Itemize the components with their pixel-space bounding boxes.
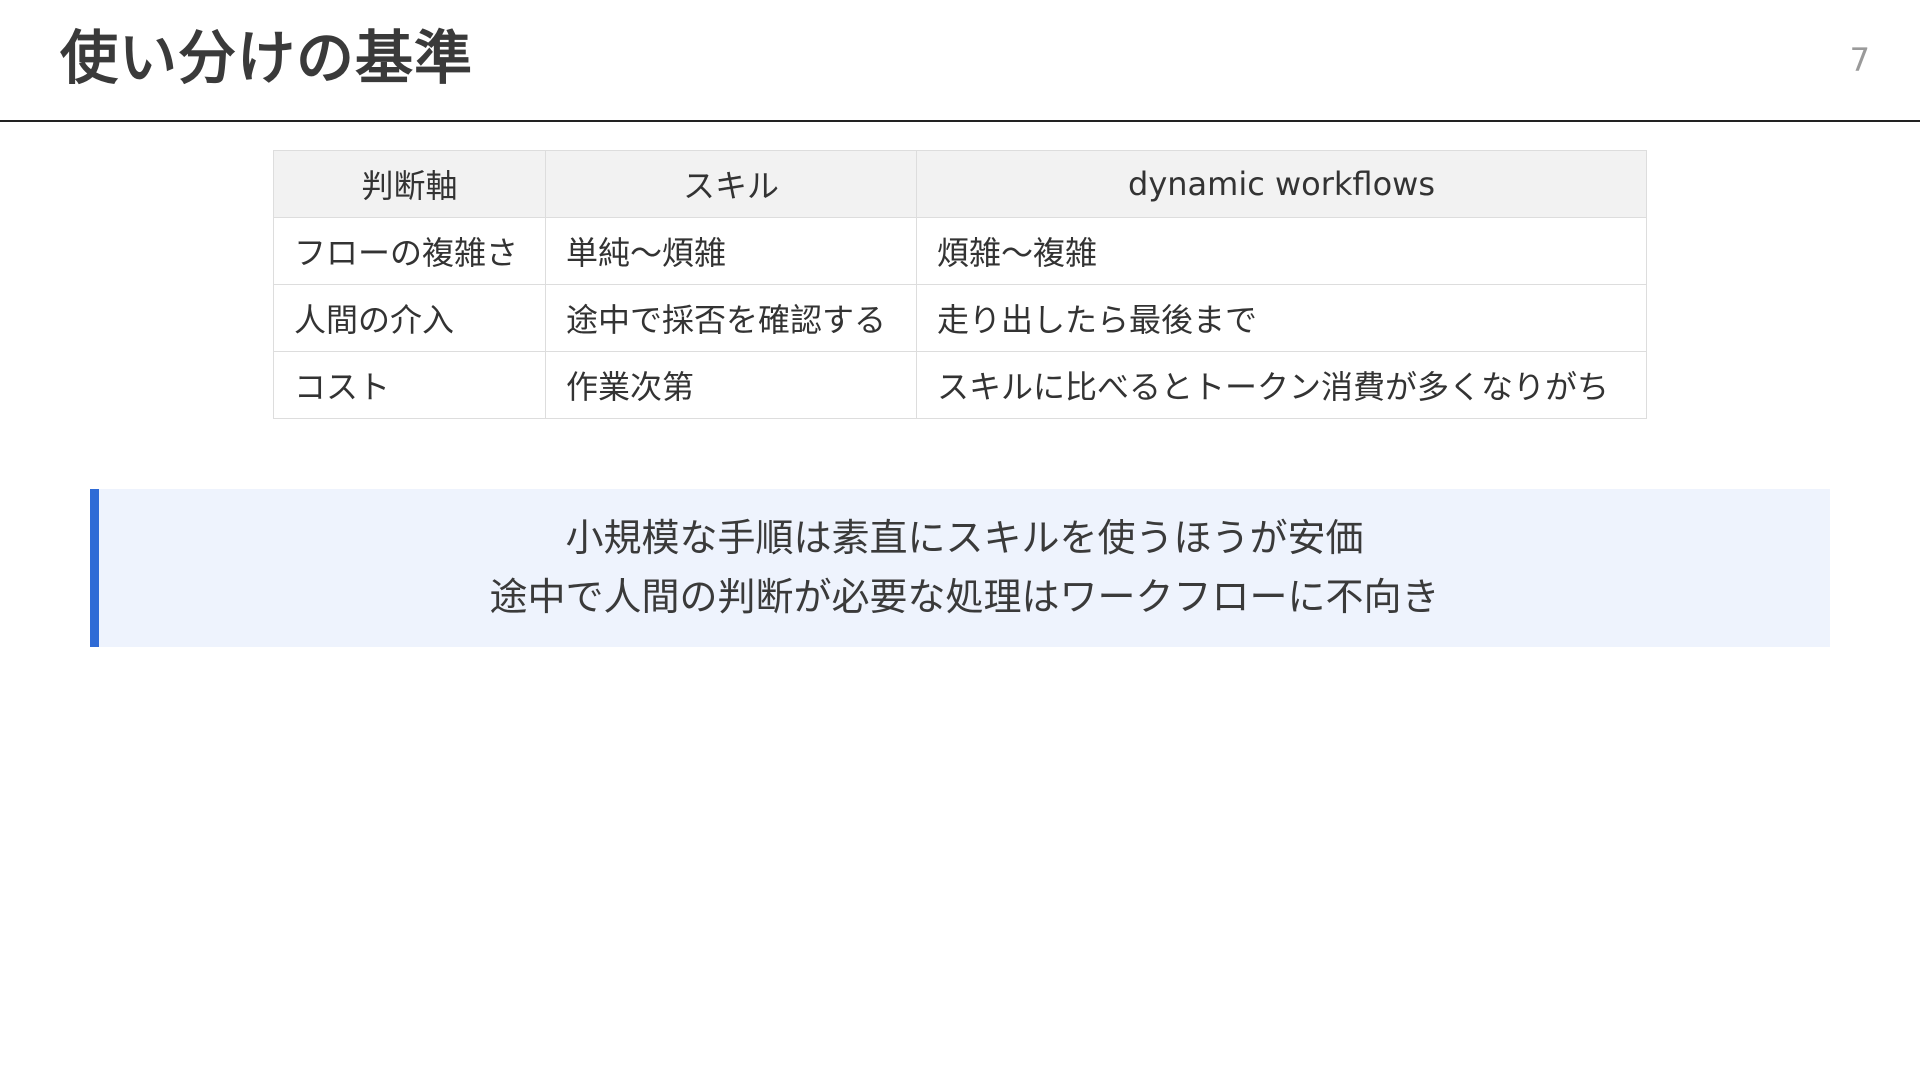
table-cell: フローの複雑さ [273,217,546,285]
table-cell: 煩雑〜複雑 [916,217,1647,285]
table-cell: 走り出したら最後まで [916,284,1647,352]
table-row: 人間の介入 途中で採否を確認する 走り出したら最後まで [273,284,1647,352]
table-cell: 作業次第 [545,351,917,419]
table-cell: 人間の介入 [273,284,546,352]
summary-callout: 小規模な手順は素直にスキルを使うほうが安価 途中で人間の判断が必要な処理はワーク… [90,489,1830,647]
slide: 使い分けの基準 7 判断軸 スキル dynamic workflows フローの… [0,0,1920,1080]
table-row: コスト 作業次第 スキルに比べるとトークン消費が多くなりがち [273,351,1647,419]
slide-title: 使い分けの基準 [60,24,474,92]
header-skill: スキル [545,150,917,218]
table-cell: 単純〜煩雑 [545,217,917,285]
table-header-row: 判断軸 スキル dynamic workflows [273,150,1647,218]
page-number: 7 [1849,41,1870,79]
header-dynamic-workflows: dynamic workflows [916,150,1647,218]
callout-line: 小規模な手順は素直にスキルを使うほうが安価 [565,516,1364,560]
title-divider [0,120,1920,122]
callout-line: 途中で人間の判断が必要な処理はワークフローに不向き [489,575,1440,619]
table-row: フローの複雑さ 単純〜煩雑 煩雑〜複雑 [273,217,1647,285]
comparison-table: 判断軸 スキル dynamic workflows フローの複雑さ 単純〜煩雑 … [273,150,1647,419]
header-criteria: 判断軸 [273,150,546,218]
table-cell: コスト [273,351,546,419]
table-cell: 途中で採否を確認する [545,284,917,352]
table-cell: スキルに比べるとトークン消費が多くなりがち [916,351,1647,419]
